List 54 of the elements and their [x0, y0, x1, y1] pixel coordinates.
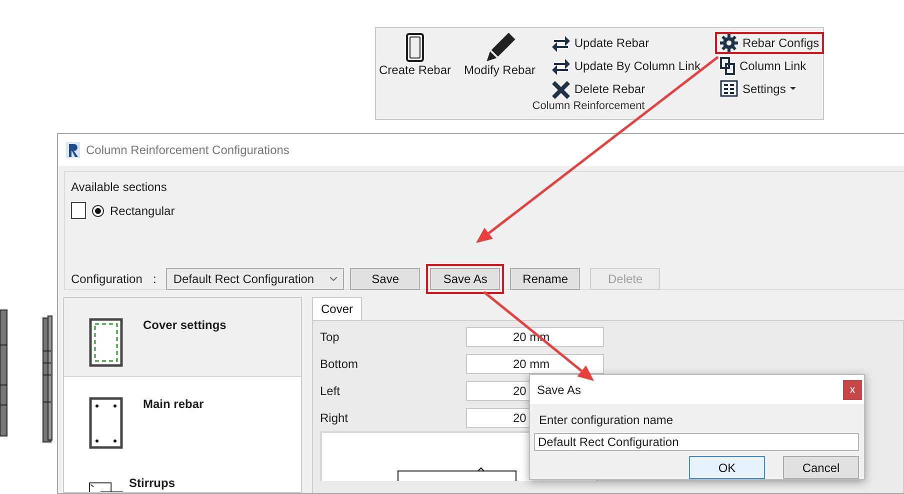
input-field[interactable]: 20: [466, 380, 529, 400]
caret-icon: [790, 87, 796, 90]
field-label: Top: [320, 330, 340, 344]
input-field[interactable]: 20 mm: [466, 354, 604, 374]
group-label: Available sections: [71, 180, 168, 194]
delete-icon: [552, 80, 570, 98]
linked-squares-icon: [720, 57, 736, 75]
pencil-icon: [484, 33, 516, 63]
sidebar-item[interactable]: Cover settings: [64, 298, 301, 377]
prompt-text: Enter configuration name: [539, 413, 674, 427]
dialog-title: Save As: [537, 382, 582, 396]
ribbon-tool-button[interactable]: Settings: [715, 78, 824, 99]
panel-grid-icon: [720, 80, 738, 97]
chevron-icon: [330, 277, 338, 281]
checkbox[interactable]: [71, 202, 86, 219]
separator-text: :: [153, 272, 156, 286]
dialog-button[interactable]: OK: [689, 456, 765, 479]
field-label: Configuration: [71, 272, 144, 286]
window-title: Column Reinforcement Configurations: [86, 143, 290, 157]
radio-label: Rectangular: [110, 204, 175, 218]
dialog-button[interactable]: Save As: [430, 268, 500, 290]
input-field[interactable]: 20: [466, 408, 529, 428]
panel-title: Column Reinforcement: [531, 100, 646, 112]
dialog-button[interactable]: Cancel: [783, 456, 859, 479]
column-icon: [406, 33, 424, 62]
swap-arrows-icon: [552, 34, 570, 52]
dropdown-value: Default Rect Configuration: [173, 272, 314, 286]
radio-button[interactable]: [92, 204, 104, 216]
cover-section-icon: [89, 318, 123, 367]
dialog-button[interactable]: Save: [350, 268, 420, 290]
ribbon-button[interactable]: Create Rebar: [376, 31, 454, 99]
ribbon-tool-button[interactable]: Update Rebar: [547, 32, 706, 54]
ribbon-button[interactable]: Modify Rebar: [460, 31, 540, 99]
gear-icon: [720, 34, 738, 52]
dialog-button[interactable]: Rename: [510, 268, 580, 290]
ribbon-tool-button[interactable]: Update By Column Link: [547, 55, 706, 77]
field-label: Left: [320, 384, 342, 398]
field-label: Bottom: [320, 356, 360, 370]
ribbon-tool-button[interactable]: Delete Rebar: [547, 78, 706, 100]
app-logo-icon: [66, 142, 80, 158]
configuration-dropdown[interactable]: Default Rect Configuration: [166, 268, 344, 290]
tab[interactable]: Cover: [312, 297, 362, 320]
ribbon-tool-button[interactable]: Rebar Configs: [715, 32, 824, 54]
close-button[interactable]: x: [843, 380, 862, 400]
ribbon-tool-button[interactable]: Column Link: [715, 55, 824, 77]
sidebar-item[interactable]: Stirrups: [64, 456, 301, 492]
sidebar-item[interactable]: Main rebar: [64, 377, 301, 456]
sidebar-label: Cover settings: [143, 318, 226, 334]
rebar-section-icon: [89, 397, 123, 449]
sidebar-label: Stirrups: [129, 476, 176, 492]
swap-arrows-icon: [552, 57, 570, 75]
field-label: Right: [320, 410, 350, 424]
sidebar-label: Main rebar: [143, 397, 204, 413]
input-field[interactable]: Default Rect Configuration: [534, 433, 859, 451]
